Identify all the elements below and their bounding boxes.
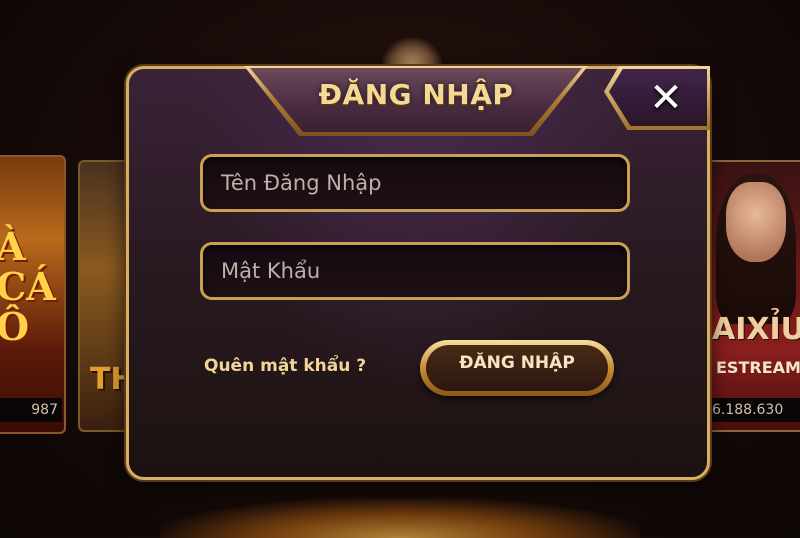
game-card-right-subtitle: ESTREAM [716, 358, 800, 377]
game-card-left-art: À CÁ Ô [0, 227, 56, 347]
username-input[interactable] [203, 157, 627, 209]
dialog-title: ĐĂNG NHẬP [318, 78, 514, 111]
close-icon[interactable]: ✕ [646, 76, 686, 120]
game-card-right-jackpot: 6.188.630 [708, 398, 800, 422]
forgot-password-link[interactable]: Quên mật khẩu ? [204, 356, 366, 376]
login-button[interactable]: ĐĂNG NHẬP [420, 340, 614, 396]
bottom-gold-ornament [160, 498, 640, 538]
game-card-right-title: AIXỈU [712, 312, 800, 347]
username-field-frame [200, 154, 630, 212]
game-card-left: À CÁ Ô [0, 155, 66, 434]
dealer-face [726, 182, 786, 262]
password-field-frame [200, 242, 630, 300]
password-input[interactable] [203, 245, 627, 297]
top-ornament [382, 38, 442, 68]
game-card-left-jackpot: 987 [0, 398, 62, 422]
login-button-label: ĐĂNG NHẬP [459, 353, 575, 373]
game-card-right: AIXỈU ESTREAM [706, 160, 800, 432]
